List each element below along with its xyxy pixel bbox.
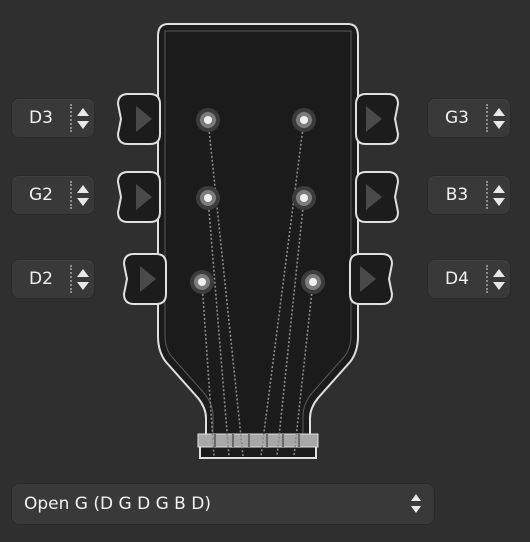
string-1-note-spinner[interactable]: D3	[12, 99, 94, 137]
select-arrows-icon[interactable]	[410, 493, 422, 515]
post-d2	[190, 270, 214, 294]
post-d4	[301, 270, 325, 294]
decrement-icon[interactable]	[76, 196, 90, 208]
tuning-preset-value[interactable]: Open G (D G D G B D)	[24, 484, 211, 524]
increment-icon[interactable]	[76, 267, 90, 279]
note-value[interactable]: G3	[428, 99, 486, 137]
decrement-icon[interactable]	[492, 280, 506, 292]
note-value[interactable]: D3	[12, 99, 70, 137]
string-3-note-spinner[interactable]: D2	[12, 260, 94, 298]
post-g3	[292, 108, 316, 132]
decrement-icon[interactable]	[76, 280, 90, 292]
decrement-icon[interactable]	[76, 119, 90, 131]
increment-icon[interactable]	[76, 106, 90, 118]
tuning-peg-icon[interactable]	[122, 253, 167, 305]
tuning-peg-icon[interactable]	[349, 253, 394, 305]
note-value[interactable]: D4	[428, 260, 486, 298]
spinner-divider	[486, 104, 488, 132]
tuning-peg-icon[interactable]	[116, 93, 161, 145]
note-value[interactable]: G2	[12, 176, 70, 214]
tuning-peg-icon[interactable]	[355, 171, 400, 223]
string-5-note-spinner[interactable]: B3	[428, 176, 510, 214]
tuning-peg-icon[interactable]	[355, 93, 400, 145]
decrement-icon[interactable]	[492, 119, 506, 131]
post-b3	[292, 186, 316, 210]
spinner-divider	[70, 265, 72, 293]
tuning-peg-icon[interactable]	[116, 171, 161, 223]
note-value[interactable]: B3	[428, 176, 486, 214]
string-4-note-spinner[interactable]: G3	[428, 99, 510, 137]
increment-icon[interactable]	[492, 267, 506, 279]
note-value[interactable]: D2	[12, 260, 70, 298]
post-d3	[196, 108, 220, 132]
post-g2	[196, 186, 220, 210]
spinner-divider	[486, 181, 488, 209]
increment-icon[interactable]	[76, 183, 90, 195]
guitar-tuner-panel: D3 G2 D2 G3 B3 D4 Open G (D G D G B D)	[0, 0, 530, 542]
spinner-divider	[70, 181, 72, 209]
decrement-icon[interactable]	[492, 196, 506, 208]
increment-icon[interactable]	[492, 106, 506, 118]
headstock-body	[157, 23, 359, 459]
tuning-preset-select[interactable]: Open G (D G D G B D)	[12, 484, 434, 524]
string-2-note-spinner[interactable]: G2	[12, 176, 94, 214]
string-6-note-spinner[interactable]: D4	[428, 260, 510, 298]
increment-icon[interactable]	[492, 183, 506, 195]
spinner-divider	[486, 265, 488, 293]
spinner-divider	[70, 104, 72, 132]
